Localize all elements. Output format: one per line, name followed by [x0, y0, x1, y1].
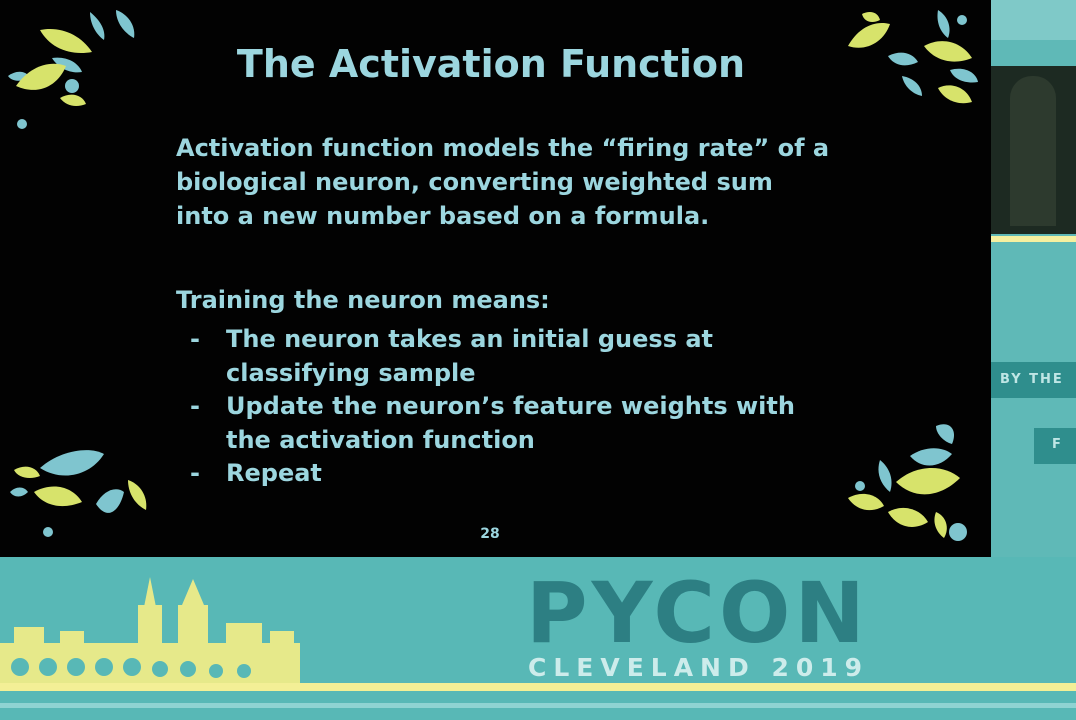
bullet-line: Update the neuron’s feature weights with [226, 392, 795, 420]
bullet-line: classifying sample [226, 358, 476, 387]
stage-background-right: BY THE F [990, 0, 1076, 560]
bullet-dash: - [190, 392, 200, 420]
stage-floor-stripe [0, 683, 1076, 691]
bullet-item: - The neuron takes an initial guess at c… [186, 323, 795, 390]
droplet-decoration-bottom-left [10, 450, 147, 537]
paragraph-line: into a new number based on a formula. [176, 202, 710, 230]
droplet-decoration-bottom-right [848, 424, 967, 541]
stage-side-ribbon: F [1034, 428, 1076, 464]
slide-title: The Activation Function [236, 42, 746, 86]
stage-arch [1010, 76, 1056, 226]
bullet-item: - Update the neuron’s feature weights wi… [186, 390, 795, 457]
bullet-line: the activation function [226, 425, 535, 454]
stage-side-banner-text: BY THE [1000, 372, 1064, 387]
stage-band-top [990, 0, 1076, 40]
bullet-line: Repeat [226, 459, 322, 487]
bullet-dash: - [190, 325, 200, 353]
bullet-item: - Repeat [186, 457, 795, 491]
bullet-list: - The neuron takes an initial guess at c… [186, 323, 795, 491]
slide-paragraph: Activation function models the “firing r… [176, 131, 830, 233]
presentation-slide: The Activation Function Activation funct… [0, 0, 991, 557]
stage-backdrop-panel [990, 66, 1076, 234]
pycon-logo: PYCON [526, 564, 869, 662]
paragraph-line: Activation function models the “firing r… [176, 134, 830, 162]
cleveland-skyline-graphic [0, 577, 300, 685]
stage-side-ribbon-text: F [1052, 437, 1061, 452]
stage-banner-bottom: PYCON CLEVELAND 2019 [0, 557, 1076, 720]
training-heading: Training the neuron means: [176, 286, 550, 314]
paragraph-line: biological neuron, converting weighted s… [176, 168, 773, 196]
stage-stripe [990, 236, 1076, 242]
stage-floor-stripe [0, 703, 1076, 708]
pycon-event-subtitle: CLEVELAND 2019 [528, 653, 870, 682]
stage-side-banner: BY THE [990, 362, 1076, 398]
slide-page-number: 28 [480, 526, 500, 542]
bullet-dash: - [190, 459, 200, 487]
bullet-line: The neuron takes an initial guess at [226, 325, 713, 353]
